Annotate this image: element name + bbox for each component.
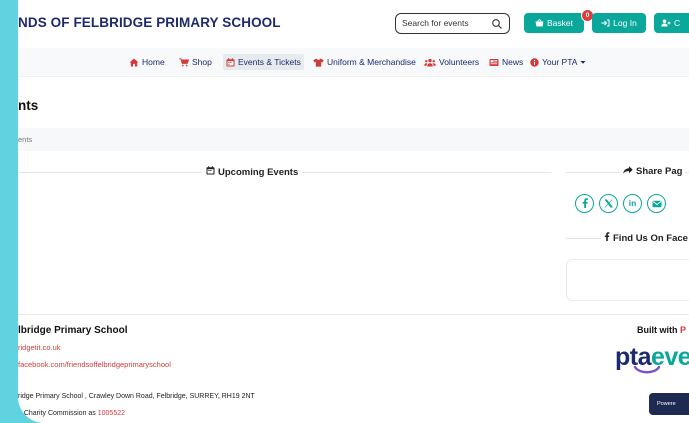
login-button[interactable]: Log In — [592, 13, 646, 33]
nav-news[interactable]: News — [486, 54, 526, 70]
basket-button[interactable]: Basket — [524, 13, 584, 33]
main-nav: Home Shop Events & Tickets Uniform & Mer… — [18, 48, 689, 77]
nav-shop[interactable]: Shop — [176, 54, 215, 70]
users-icon — [424, 58, 436, 67]
charity-number: 1005522 — [97, 410, 126, 417]
nav-events-tickets[interactable]: Events & Tickets — [223, 54, 304, 70]
nav-your-pta[interactable]: Your PTA — [527, 54, 589, 70]
share-linkedin-button[interactable]: in — [623, 194, 642, 213]
footer-org-name: lbridge Primary School — [18, 325, 128, 336]
info-icon — [530, 57, 539, 67]
email-icon — [652, 195, 662, 213]
linkedin-icon: in — [628, 198, 637, 209]
user-plus-icon — [661, 19, 671, 27]
breadcrumb-current: ents — [18, 135, 33, 144]
share-x-button[interactable] — [599, 194, 618, 213]
browser-page: NDS OF FELBRIDGE PRIMARY SCHOOL Basket 0… — [18, 0, 689, 423]
nav-home[interactable]: Home — [126, 54, 168, 70]
upcoming-events-heading: Upcoming Events — [202, 166, 303, 178]
calendar-icon — [226, 57, 235, 67]
footer-facebook-link[interactable]: facebook.com/friendsoffelbridgeprimarysc… — [18, 360, 171, 369]
powered-by-badge[interactable]: Powere — [649, 393, 689, 415]
find-us-on-facebook-heading: Find Us On Face — [601, 232, 689, 244]
newspaper-icon — [489, 58, 499, 67]
tshirt-icon — [313, 58, 324, 67]
login-label: Log In — [613, 18, 637, 28]
share-facebook-button[interactable] — [575, 194, 594, 213]
share-page-heading: Share Pag — [620, 166, 686, 177]
calendar-icon — [206, 166, 215, 178]
cart-icon — [179, 57, 189, 67]
nav-uniform-merchandise[interactable]: Uniform & Merchandise — [310, 54, 419, 70]
site-title[interactable]: NDS OF FELBRIDGE PRIMARY SCHOOL — [18, 15, 281, 30]
create-account-button[interactable]: C — [654, 13, 689, 33]
facebook-icon — [581, 195, 589, 213]
pta-events-logo[interactable]: ptaeve — [615, 343, 689, 374]
sign-in-icon — [601, 19, 610, 27]
footer-charity-info: e Charity Commission as 1005522 — [18, 410, 126, 417]
footer-address: ridge Primary School , Crawley Down Road… — [18, 393, 255, 400]
smile-icon — [633, 365, 661, 374]
search-input[interactable] — [402, 16, 482, 30]
page-title: nts — [18, 98, 39, 113]
search-box[interactable] — [395, 13, 510, 34]
facebook-icon — [604, 232, 610, 244]
top-header: NDS OF FELBRIDGE PRIMARY SCHOOL Basket 0… — [18, 0, 689, 49]
share-email-button[interactable] — [647, 194, 666, 213]
create-account-label: C — [674, 18, 681, 28]
footer-divider — [18, 314, 689, 315]
breadcrumb: ents — [18, 128, 689, 151]
share-icon — [623, 166, 633, 177]
nav-volunteers[interactable]: Volunteers — [421, 54, 482, 70]
footer-website-link[interactable]: ridgetit.co.uk — [18, 343, 61, 352]
basket-icon — [535, 19, 544, 27]
facebook-feed-widget[interactable] — [566, 259, 689, 301]
home-icon — [129, 58, 139, 67]
built-with-label: Built with P — [637, 325, 687, 335]
chevron-down-icon — [580, 60, 586, 65]
search-icon[interactable] — [491, 17, 503, 29]
x-icon — [604, 195, 613, 213]
basket-label: Basket — [547, 18, 573, 28]
